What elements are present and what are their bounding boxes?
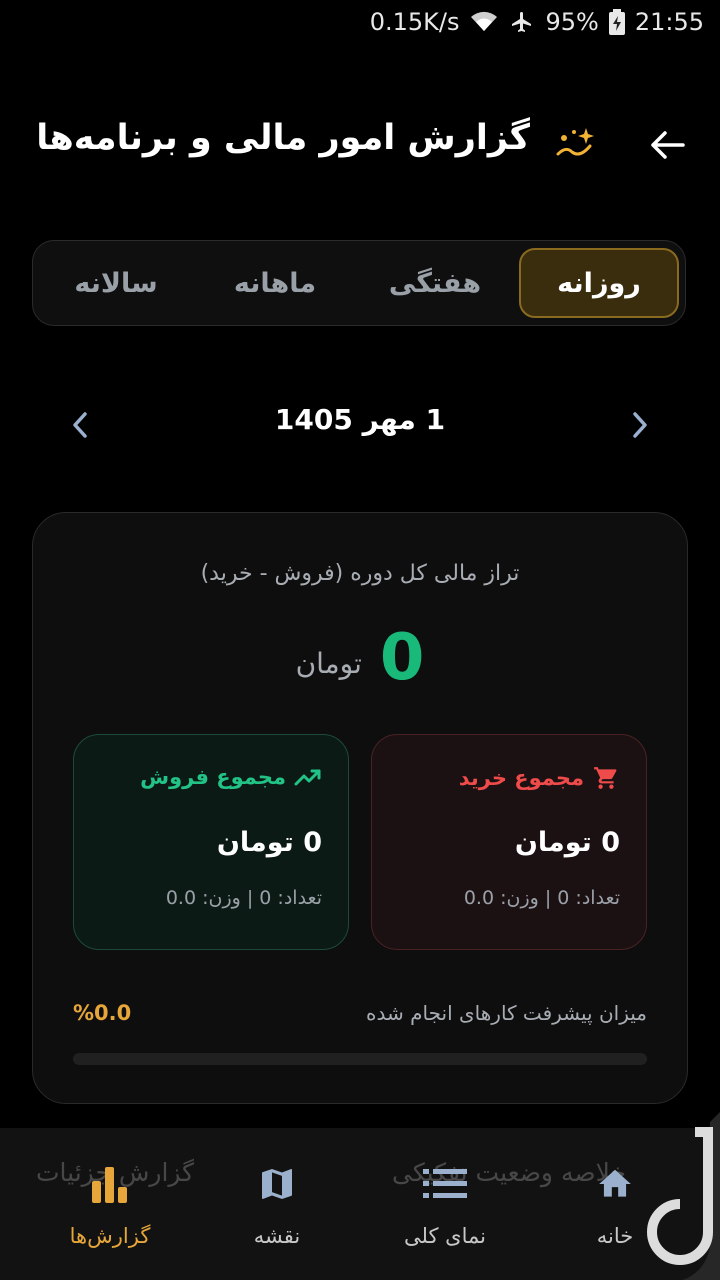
bar-chart-icon [92, 1167, 127, 1203]
buy-meta: تعداد: 0 | وزن: 0.0 [463, 887, 620, 909]
clock: 21:55 [634, 8, 704, 36]
progress-label: میزان پیشرفت کارهای انجام شده [366, 1001, 647, 1025]
back-button[interactable] [642, 120, 692, 170]
tab-daily[interactable]: روزانه [519, 248, 679, 318]
app-header: گزارش امور مالی و برنامه‌ها [0, 100, 720, 190]
period-tabs: روزانه هفتگی ماهانه سالانه [32, 240, 686, 326]
buy-amount: 0 تومان [514, 827, 620, 858]
sell-title-row: مجموع فروش [140, 765, 322, 789]
tab-monthly[interactable]: ماهانه [195, 248, 355, 318]
chevron-right-icon [633, 412, 647, 438]
battery-icon [608, 9, 625, 35]
buy-title: مجموع خرید [458, 766, 584, 790]
shopping-cart-icon [594, 767, 617, 789]
current-date: 1 مهر 1405 [274, 403, 446, 436]
balance-row: 0 تومان [33, 621, 687, 695]
total-sell-card[interactable]: مجموع فروش 0 تومان تعداد: 0 | وزن: 0.0 [73, 734, 349, 950]
nav-overview[interactable]: نمای کلی [375, 1158, 515, 1258]
nav-overview-label: نمای کلی [404, 1224, 486, 1248]
nav-map-label: نقشه [253, 1224, 301, 1248]
map-icon [262, 1169, 292, 1199]
buy-title-row: مجموع خرید [459, 765, 620, 791]
network-speed: 0.15K/s [369, 8, 460, 36]
progress-percent: %0.0 [73, 1001, 132, 1025]
battery-percent: 95% [545, 8, 599, 36]
nav-home-label: خانه [596, 1224, 634, 1248]
sell-title: مجموع فروش [140, 765, 286, 789]
list-icon [423, 1169, 467, 1198]
home-icon [599, 1169, 631, 1197]
status-bar-right: 0.15K/s 95% 21:55 [370, 8, 704, 36]
date-navigator: 1 مهر 1405 [0, 395, 720, 455]
status-bar: 0.15K/s 95% 21:55 [0, 0, 720, 50]
arrow-back-icon [651, 131, 685, 159]
tab-weekly[interactable]: هفتگی [355, 248, 515, 318]
nav-map[interactable]: نقشه [207, 1158, 347, 1258]
trending-up-icon [294, 769, 321, 786]
progress-bar [73, 1053, 647, 1065]
sell-meta: تعداد: 0 | وزن: 0.0 [165, 887, 322, 909]
balance-subtitle: تراز مالی کل دوره (فروش - خرید) [200, 561, 520, 586]
next-date-button[interactable] [622, 407, 658, 443]
total-buy-card[interactable]: مجموع خرید 0 تومان تعداد: 0 | وزن: 0.0 [371, 734, 647, 950]
sell-amount: 0 تومان [216, 827, 322, 858]
wifi-icon [469, 11, 499, 33]
airplane-icon [509, 10, 535, 34]
bottom-navigation: گزارش جزئیات خلاصه وضعیت تفکیکی خانه نما… [0, 1128, 720, 1280]
tab-yearly[interactable]: سالانه [37, 248, 195, 318]
nav-reports-label: گزارش‌ها [69, 1224, 151, 1248]
summary-card: تراز مالی کل دوره (فروش - خرید) 0 تومان … [32, 512, 688, 1104]
page-title: گزارش امور مالی و برنامه‌ها [36, 118, 530, 158]
sparkle-icon [550, 124, 598, 168]
balance-value: 0 [379, 621, 425, 695]
nav-reports[interactable]: گزارش‌ها [40, 1158, 180, 1258]
store-badge-icon [647, 1112, 720, 1280]
balance-unit: تومان [295, 646, 362, 680]
